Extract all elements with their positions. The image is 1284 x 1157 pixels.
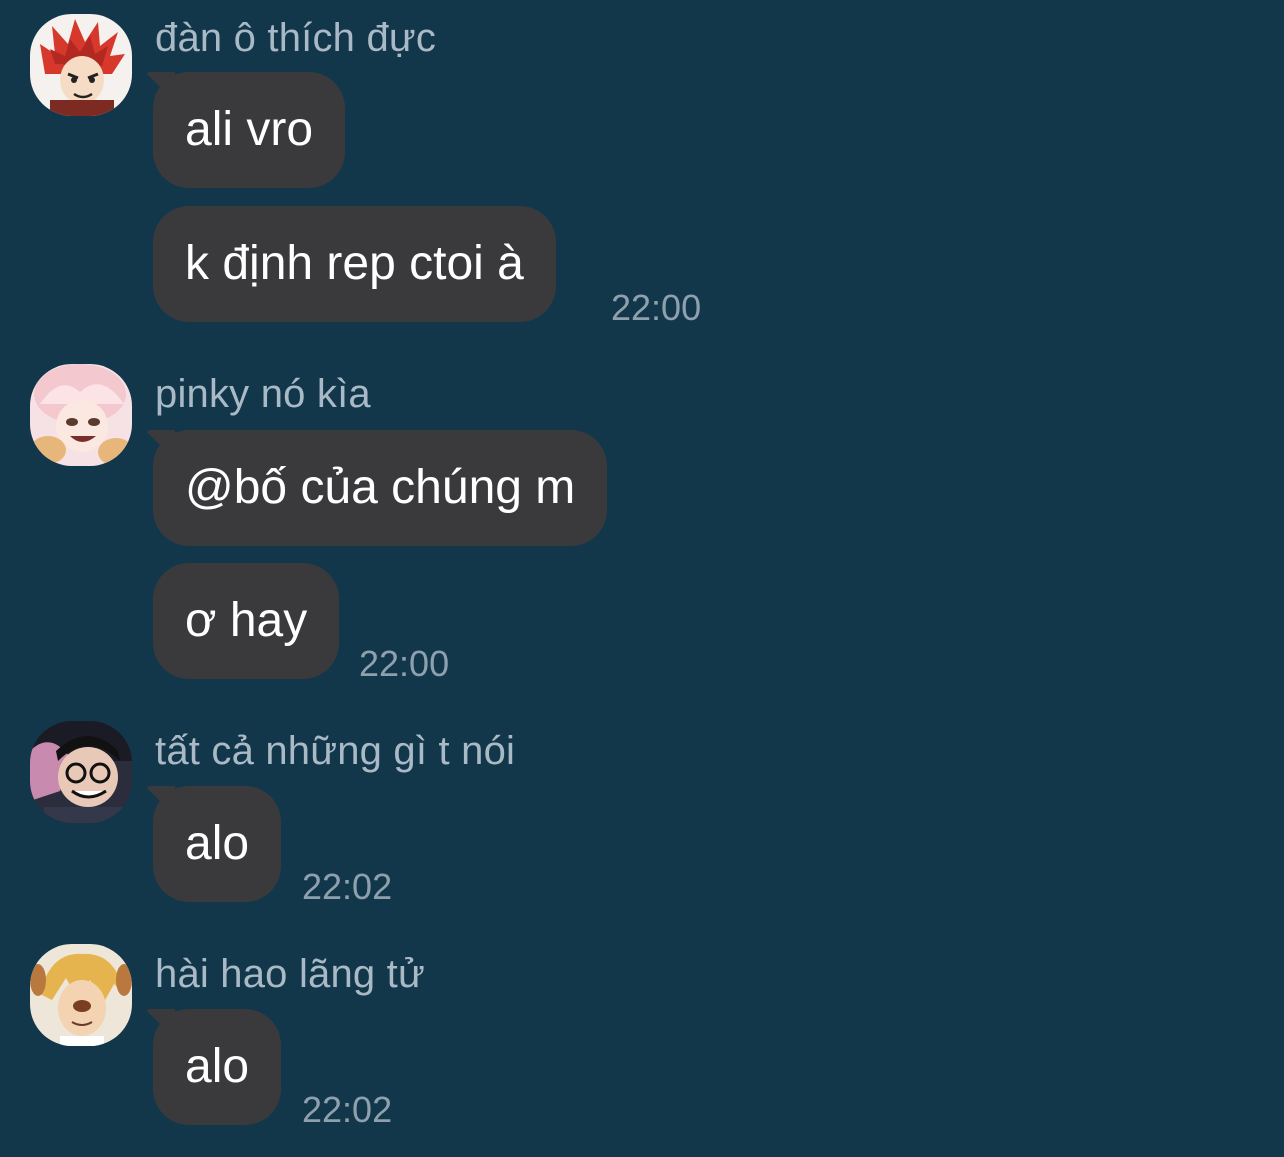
message-time: 22:02	[302, 1089, 393, 1130]
sender-name[interactable]: pinky nó kìa	[155, 370, 371, 418]
message-time: 22:02	[302, 866, 393, 907]
message-bubble[interactable]: k định rep ctoi à	[153, 206, 556, 322]
message-bubble[interactable]: @bố của chúng m	[153, 430, 608, 546]
red-spiky-hair-avatar-icon[interactable]	[30, 14, 132, 116]
message-bubble[interactable]: ali vro	[153, 72, 346, 188]
blonde-dog-filter-avatar-icon[interactable]	[30, 944, 132, 1046]
sender-name[interactable]: tất cả những gì t nói	[155, 727, 515, 775]
message-bubble[interactable]: alo	[153, 786, 282, 902]
glasses-boy-avatar-icon[interactable]	[30, 721, 132, 823]
message-time: 22:00	[611, 287, 702, 328]
sender-name[interactable]: đàn ô thích đực	[155, 14, 436, 62]
message-bubble[interactable]: ơ hay	[153, 563, 340, 679]
sender-name[interactable]: hài hao lãng tử	[155, 950, 425, 998]
message-bubble[interactable]: alo	[153, 1009, 282, 1125]
message-time: 22:00	[359, 643, 450, 684]
pink-hair-avatar-icon[interactable]	[30, 364, 132, 466]
chat-message-list[interactable]: đàn ô thích đực ali vro k định rep ctoi …	[0, 0, 1284, 1157]
